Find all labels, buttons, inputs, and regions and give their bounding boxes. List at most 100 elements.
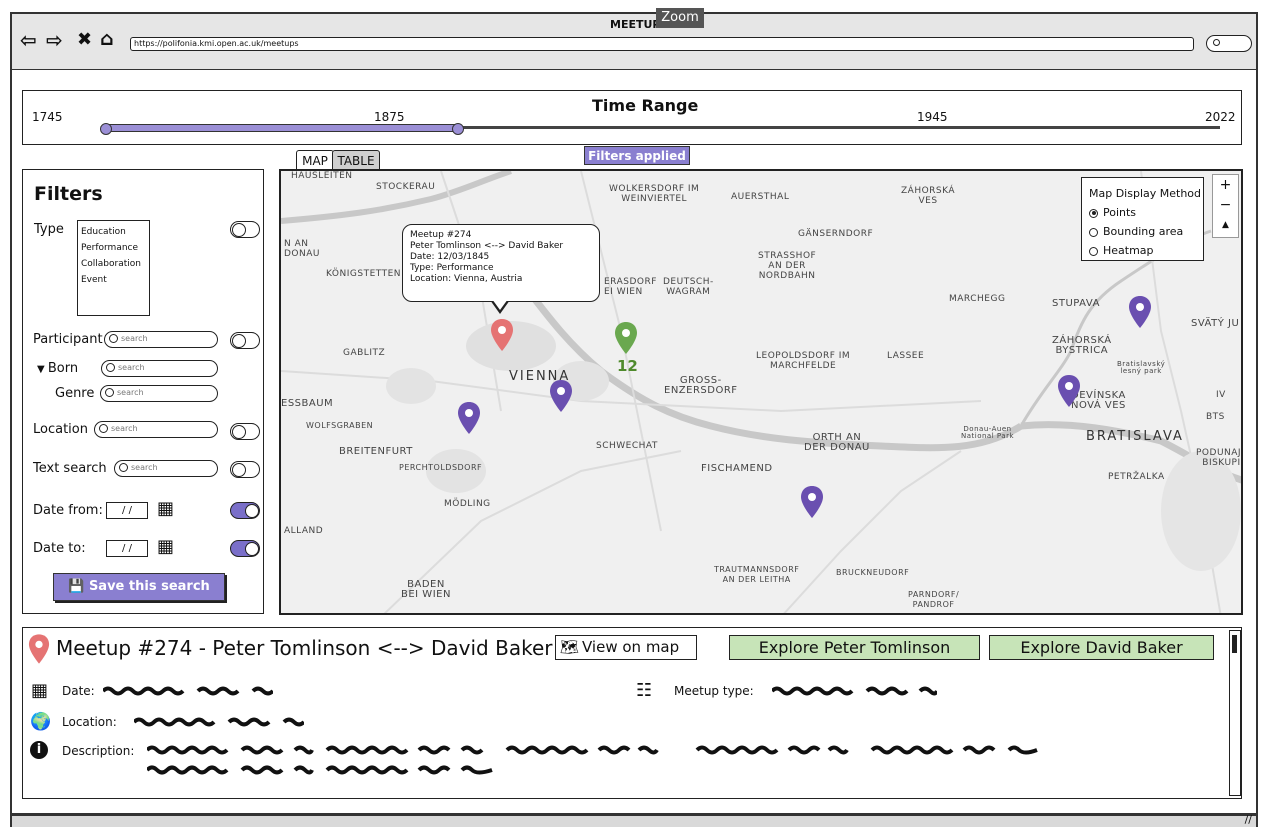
radio-points[interactable]: Points [1089, 203, 1203, 222]
map-place-label: ZÁHORSKÁ BYSTRICA [1052, 335, 1112, 356]
view-on-map-button[interactable]: 🗺 View on map [555, 635, 697, 660]
search-icon [106, 363, 115, 372]
genre-search-input[interactable]: search [100, 385, 218, 402]
search-icon [105, 388, 114, 397]
scrollbar[interactable] [1229, 630, 1241, 796]
map-place-label: PARNDORF/ PANDROF [908, 590, 960, 609]
compass-icon[interactable]: ▲ [1213, 215, 1238, 235]
location-toggle[interactable] [230, 423, 260, 440]
back-arrow-icon[interactable]: ⇦ [20, 28, 37, 52]
selected-meetup-pin-icon[interactable] [490, 319, 514, 351]
text-search-toggle[interactable] [230, 461, 260, 478]
map-place-label: ERASDORF EI WIEN [604, 277, 657, 297]
calendar-icon[interactable]: ▦ [157, 498, 174, 519]
popup-location: Location: Vienna, Austria [410, 274, 523, 284]
map-place-label: STOCKERAU [376, 182, 436, 192]
filters-title: Filters [34, 183, 103, 205]
home-icon[interactable]: ⌂ [100, 28, 114, 50]
resize-grip-icon[interactable]: // [1245, 813, 1252, 826]
radio-icon [1089, 246, 1098, 256]
search-icon [99, 424, 108, 433]
tab-table[interactable]: TABLE [332, 150, 380, 170]
map-place-label: STRASSHOF AN DER NORDBAHN [758, 251, 817, 281]
popup-tail-fill [492, 299, 508, 310]
type-option-performance[interactable]: Performance [81, 240, 149, 256]
map-place-label: HAUSLEITEN [291, 171, 353, 181]
map-place-label: Donau-Auen National Park [961, 425, 1015, 440]
time-slider-selected-range[interactable] [104, 124, 459, 132]
meetup-pin-icon[interactable] [549, 380, 573, 412]
time-tick-1875: 1875 [374, 110, 405, 124]
time-slider-start-handle[interactable] [100, 123, 112, 135]
zoom-out-button[interactable]: − [1213, 195, 1238, 215]
text-search-input[interactable]: search [114, 460, 218, 477]
meetup-pin-icon[interactable] [1057, 375, 1081, 407]
map-place-label: ORTH AN DER DONAU [804, 432, 870, 453]
map-place-label: LEOPOLDSDORF IM MARCHFELDE [756, 351, 851, 371]
redacted-location-value [134, 717, 304, 727]
location-search-input[interactable]: search [94, 421, 218, 438]
map-place-label: FISCHAMEND [701, 463, 773, 474]
triangle-down-icon: ▼ [37, 364, 48, 375]
radio-heatmap[interactable]: Heatmap [1089, 241, 1203, 260]
participant-search-input[interactable]: search [104, 331, 218, 348]
url-bar[interactable]: https://polifonia.kmi.open.ac.uk/meetups [130, 37, 1194, 51]
born-expander[interactable]: ▼ Born [37, 361, 78, 376]
map-place-label: ALLAND [284, 526, 324, 536]
location-label: Location [33, 422, 88, 437]
calendar-icon[interactable]: ▦ [157, 536, 174, 557]
map-place-label: BREITENFURT [339, 446, 413, 457]
save-search-button[interactable]: 💾 Save this search [53, 573, 225, 601]
radio-bounding-area[interactable]: Bounding area [1089, 222, 1203, 241]
explore-peter-tomlinson-button[interactable]: Explore Peter Tomlinson [729, 635, 980, 660]
date-from-input[interactable]: / / [106, 502, 148, 519]
zoom-tooltip: Zoom [656, 8, 704, 28]
map-place-label: TRAUTMANNSDORF AN DER LEITHA [714, 565, 800, 584]
map-place-label: SVÄTÝ JU [1191, 318, 1240, 329]
born-search-input[interactable]: search [101, 360, 218, 377]
map-display-method-panel: Map Display Method Points Bounding area … [1081, 177, 1204, 261]
zoom-in-button[interactable]: + [1213, 175, 1238, 195]
radio-icon [1089, 227, 1098, 237]
participant-label: Participant [33, 332, 103, 347]
explore-david-baker-button[interactable]: Explore David Baker [989, 635, 1214, 660]
meetup-pin-icon[interactable] [1128, 296, 1152, 328]
map-place-label: KÖNIGSTETTEN [326, 269, 402, 279]
map-place-label: SCHWECHAT [596, 441, 658, 451]
cluster-pin-icon[interactable] [614, 322, 638, 354]
participant-toggle[interactable] [230, 332, 260, 349]
type-listbox[interactable]: Education Performance Collaboration Even… [77, 220, 150, 316]
meetup-pin-icon[interactable] [457, 402, 481, 434]
description-label: Description: [62, 744, 135, 758]
type-toggle[interactable] [230, 221, 260, 238]
map-zoom-controls: + − ▲ [1212, 174, 1239, 238]
meetup-type-label: Meetup type: [674, 684, 754, 698]
time-slider-end-handle[interactable] [452, 123, 464, 135]
filters-applied-badge[interactable]: Filters applied [584, 146, 690, 165]
meetup-pin-icon[interactable] [800, 486, 824, 518]
date-to-input[interactable]: / / [106, 540, 148, 557]
date-to-toggle[interactable] [230, 540, 260, 557]
map-place-label: WOLFSGRABEN [306, 421, 374, 430]
globe-icon: 🌍 [30, 712, 52, 732]
type-option-event[interactable]: Event [81, 272, 149, 288]
time-tick-1945: 1945 [917, 110, 948, 124]
scrollbar-thumb[interactable] [1232, 635, 1237, 653]
genre-label: Genre [55, 386, 95, 401]
map-place-label: ESSBAUM [281, 398, 334, 409]
time-range-title: Time Range [592, 96, 699, 115]
map-place-label: PODUNAJSK BISKUPIC [1196, 448, 1243, 468]
type-option-collaboration[interactable]: Collaboration [81, 256, 149, 272]
map-icon: 🗺 [560, 638, 580, 656]
map-place-label: BADEN BEI WIEN [401, 579, 451, 600]
type-option-education[interactable]: Education [81, 224, 149, 240]
map-place-label: MÖDLING [444, 499, 491, 509]
browser-search-field[interactable] [1206, 35, 1252, 52]
date-from-toggle[interactable] [230, 502, 260, 519]
tab-map[interactable]: MAP [296, 150, 334, 170]
checklist-icon: ☷ [636, 680, 653, 701]
map-place-label: GÄNSERNDORF [798, 229, 874, 239]
forward-arrow-icon[interactable]: ⇨ [46, 28, 63, 52]
close-icon[interactable]: ✖ [77, 29, 92, 50]
status-bar: // [10, 813, 1258, 827]
